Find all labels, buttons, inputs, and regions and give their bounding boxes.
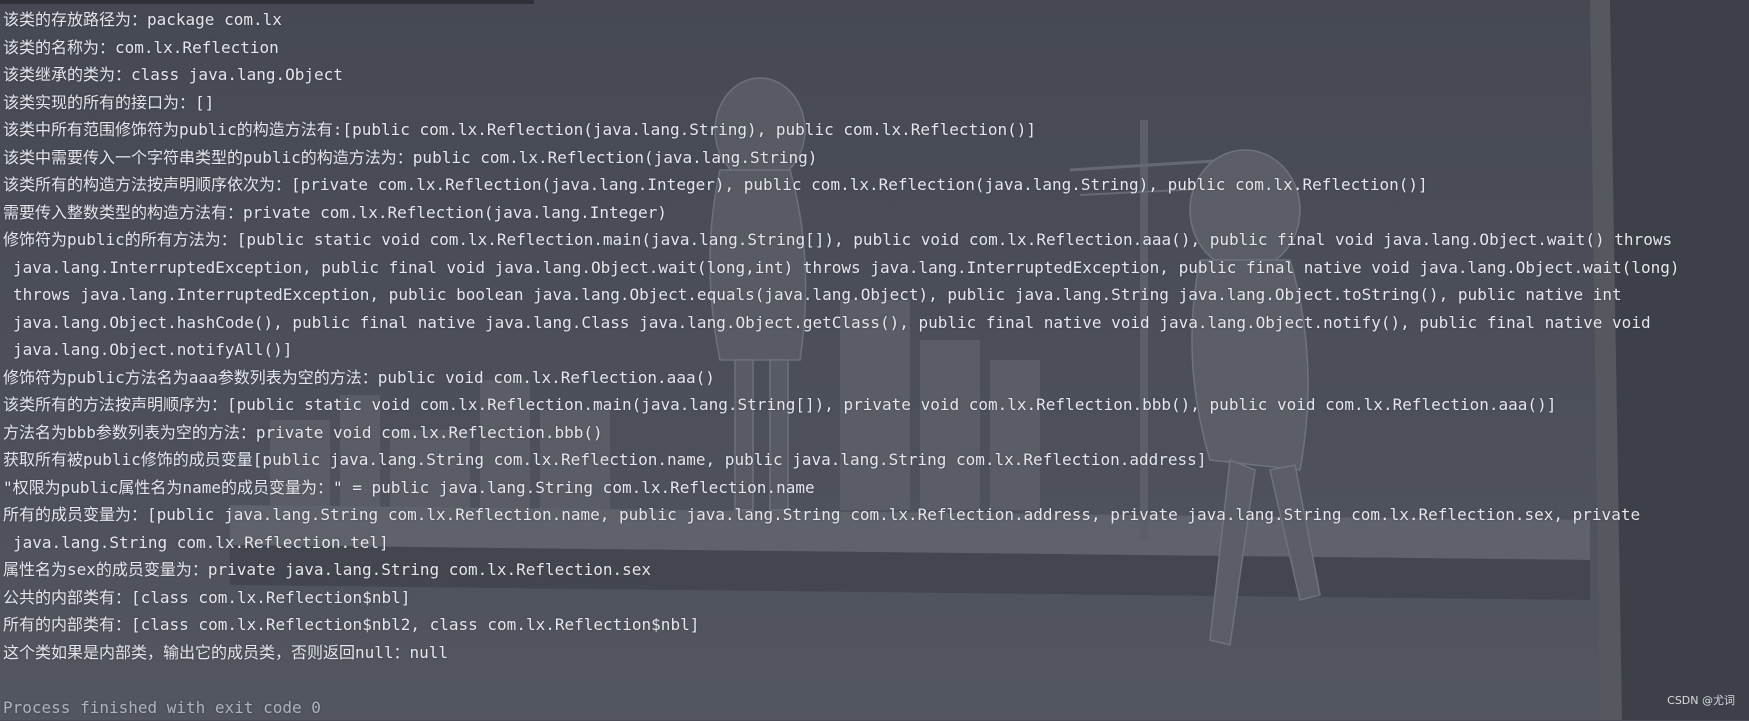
console-line-continuation: java.lang.Object.notifyAll()]	[0, 336, 1749, 364]
console-line: 该类所有的构造方法按声明顺序依次为：[private com.lx.Reflec…	[0, 171, 1749, 199]
console-line: 所有的内部类有：[class com.lx.Reflection$nbl2, c…	[0, 611, 1749, 639]
console-line: "权限为public属性名为name的成员变量为：" = public java…	[0, 474, 1749, 502]
console-line-continuation: java.lang.Object.hashCode(), public fina…	[0, 309, 1749, 337]
console-line: 修饰符为public的所有方法为：[public static void com…	[0, 226, 1749, 254]
console-line: 该类的存放路径为：package com.lx	[0, 6, 1749, 34]
console-line: 需要传入整数类型的构造方法有：private com.lx.Reflection…	[0, 199, 1749, 227]
console-line-continuation: java.lang.InterruptedException, public f…	[0, 254, 1749, 282]
console-line: 该类所有的方法按声明顺序为：[public static void com.lx…	[0, 391, 1749, 419]
top-toolbar-edge	[0, 0, 534, 4]
console-line: 修饰符为public方法名为aaa参数列表为空的方法：public void c…	[0, 364, 1749, 392]
console-line: 所有的成员变量为：[public java.lang.String com.lx…	[0, 501, 1749, 529]
console-line: 该类中需要传入一个字符串类型的public的构造方法为：public com.l…	[0, 144, 1749, 172]
console-line: 该类实现的所有的接口为：[]	[0, 89, 1749, 117]
console-line-continuation: java.lang.String com.lx.Reflection.tel]	[0, 529, 1749, 557]
console-line: 属性名为sex的成员变量为：private java.lang.String c…	[0, 556, 1749, 584]
console-line: 该类中所有范围修饰符为public的构造方法有:[public com.lx.R…	[0, 116, 1749, 144]
console-line: 该类的名称为：com.lx.Reflection	[0, 34, 1749, 62]
csdn-watermark: CSDN @尤词	[1667, 692, 1735, 708]
console-line: 这个类如果是内部类，输出它的成员类，否则返回null：null	[0, 639, 1749, 667]
console-line: 公共的内部类有：[class com.lx.Reflection$nbl]	[0, 584, 1749, 612]
console-blank-line	[0, 666, 1749, 694]
console-line-continuation: throws java.lang.InterruptedException, p…	[0, 281, 1749, 309]
run-console-output[interactable]: 该类的存放路径为：package com.lx 该类的名称为：com.lx.Re…	[0, 6, 1749, 721]
console-line: 方法名为bbb参数列表为空的方法：private void com.lx.Ref…	[0, 419, 1749, 447]
console-line: 获取所有被public修饰的成员变量[public java.lang.Stri…	[0, 446, 1749, 474]
process-exit-message: Process finished with exit code 0	[0, 694, 1749, 721]
console-line: 该类继承的类为：class java.lang.Object	[0, 61, 1749, 89]
